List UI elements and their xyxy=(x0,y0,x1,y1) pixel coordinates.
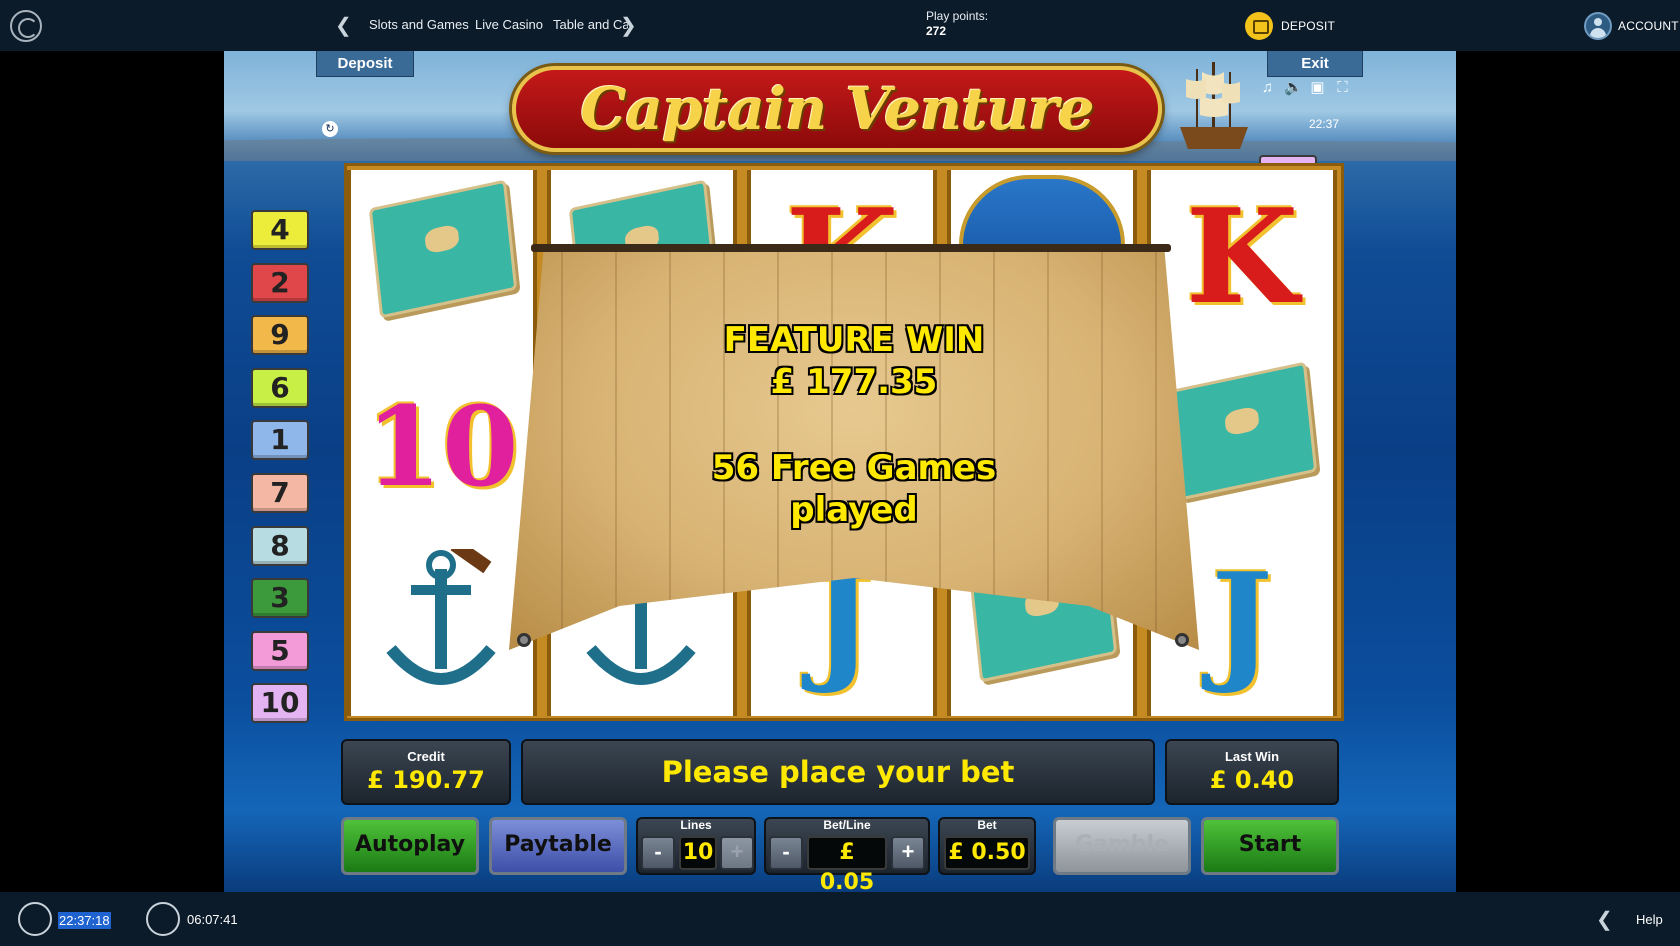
lines-increase-button[interactable]: + xyxy=(720,836,754,870)
paytable-button[interactable]: Paytable xyxy=(489,817,627,875)
message-panel: Please place your bet xyxy=(521,739,1155,805)
treasure-map-symbol xyxy=(351,170,533,352)
help-link[interactable]: Help xyxy=(1636,912,1663,927)
line-indicator-4[interactable]: 4 xyxy=(251,210,309,250)
history-icon[interactable]: ↻ xyxy=(322,121,338,137)
clock-icon xyxy=(18,902,52,936)
line-indicator-1[interactable]: 1 xyxy=(251,420,309,461)
game-deposit-button[interactable]: Deposit xyxy=(316,51,414,77)
line-indicator-3[interactable]: 3 xyxy=(251,578,309,619)
sail-pole xyxy=(531,244,1171,252)
deposit-wallet-icon xyxy=(1245,12,1273,40)
play-points-label: Play points: xyxy=(926,9,989,23)
credit-label: Credit xyxy=(407,749,445,764)
bet-label: Bet xyxy=(977,818,997,832)
sound-icon[interactable]: 🔈 xyxy=(1284,79,1303,96)
bet-per-line-increase-button[interactable]: + xyxy=(891,836,925,870)
bet-per-line-decrease-button[interactable]: - xyxy=(769,836,803,870)
account-user-icon xyxy=(1584,12,1612,40)
gamble-button[interactable]: Gamble xyxy=(1053,817,1191,875)
fullscreen-icon[interactable]: ⛶ xyxy=(1334,79,1351,96)
current-time: 22:37:18 xyxy=(58,912,111,929)
nav-live-casino[interactable]: Live Casino xyxy=(475,17,543,32)
line-indicator-10[interactable]: 10 xyxy=(251,683,309,724)
sailing-ship-icon xyxy=(1180,62,1248,149)
line-indicator-2[interactable]: 2 xyxy=(251,262,309,303)
music-icon[interactable]: ♫ xyxy=(1259,79,1276,96)
card-10-symbol: 10 xyxy=(365,382,519,511)
slot-game-area: Deposit Exit Captain Venture ♫ 🔈 ▣ ⛶ 22:… xyxy=(224,51,1456,892)
last-win-panel: Last Win £ 0.40 xyxy=(1165,739,1339,805)
hourglass-icon xyxy=(146,902,180,936)
bottom-status-bar: 22:37:18 06:07:41 ❮ Help xyxy=(0,892,1680,946)
game-clock: 22:37 xyxy=(1309,117,1340,131)
casino-logo-icon[interactable] xyxy=(10,10,42,42)
total-bet-display: Bet £ 0.50 xyxy=(938,817,1036,875)
help-arrow-icon[interactable]: ❮ xyxy=(1596,907,1613,932)
feature-win-overlay: FEATURE WIN £ 177.35 56 Free Games playe… xyxy=(509,244,1199,684)
game-title: Captain Venture xyxy=(580,75,1094,143)
session-time: 06:07:41 xyxy=(187,912,238,927)
autoplay-button[interactable]: Autoplay xyxy=(341,817,479,875)
game-settings-icons: ♫ 🔈 ▣ ⛶ xyxy=(1259,79,1351,96)
lines-value: 10 xyxy=(679,836,717,870)
header-deposit-label: DEPOSIT xyxy=(1281,19,1336,33)
line-indicator-8[interactable]: 8 xyxy=(251,525,309,566)
last-win-value: £ 0.40 xyxy=(1209,766,1295,794)
credit-value: £ 190.77 xyxy=(367,766,485,794)
header-account-label: ACCOUNT xyxy=(1618,19,1679,33)
settings-panel-icon[interactable]: ▣ xyxy=(1309,79,1326,96)
sail-grommet-right xyxy=(1175,633,1189,647)
anchor-symbol xyxy=(351,534,533,716)
lines-control: Lines - 10 + xyxy=(636,817,756,875)
header-deposit-button[interactable]: DEPOSIT xyxy=(1245,11,1335,41)
line-indicator-7[interactable]: 7 xyxy=(251,473,309,513)
bet-per-line-control: Bet/Line - £ 0.05 + xyxy=(764,817,930,892)
game-exit-button[interactable]: Exit xyxy=(1267,51,1363,77)
lines-decrease-button[interactable]: - xyxy=(641,836,675,870)
last-win-label: Last Win xyxy=(1224,749,1280,764)
feature-win-amount: £ 177.35 xyxy=(770,362,938,402)
bet-value: £ 0.50 xyxy=(944,836,1030,870)
header-account-button[interactable]: ACCOUNT xyxy=(1584,11,1679,41)
sail-grommet-left xyxy=(517,633,531,647)
start-button[interactable]: Start xyxy=(1201,817,1339,875)
free-games-count: 56 Free Games xyxy=(711,448,997,488)
nav-prev-arrow-icon[interactable]: ❮ xyxy=(335,13,352,38)
lines-label: Lines xyxy=(680,818,712,832)
nav-slots-and-games[interactable]: Slots and Games xyxy=(369,17,469,32)
free-games-played: played xyxy=(790,490,918,530)
bet-per-line-value: £ 0.05 xyxy=(807,836,887,892)
credit-panel: Credit £ 190.77 xyxy=(341,739,511,805)
bet-per-line-label: Bet/Line xyxy=(823,818,871,832)
line-indicator-6[interactable]: 6 xyxy=(251,367,309,408)
top-bar: ❮ Slots and Games Live Casino Table and … xyxy=(0,0,1680,51)
line-indicator-5[interactable]: 5 xyxy=(251,630,309,671)
game-title-plaque: Captain Venture xyxy=(512,66,1162,152)
nav-table-and-card[interactable]: Table and Card xyxy=(553,17,628,32)
line-indicator-9[interactable]: 9 xyxy=(251,315,309,356)
nav-next-arrow-icon[interactable]: ❯ xyxy=(620,13,637,38)
play-points-value: 272 xyxy=(926,24,947,38)
feature-win-title: FEATURE WIN xyxy=(723,320,985,360)
